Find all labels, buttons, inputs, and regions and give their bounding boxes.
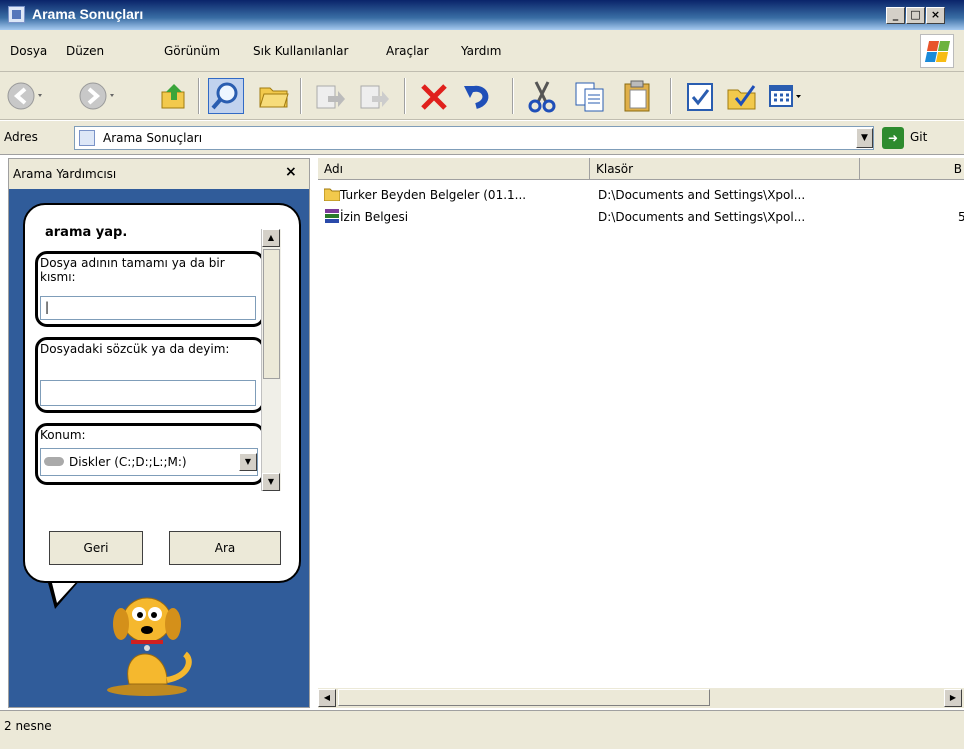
location-value: Diskler (C:;D:;L:;M:) (69, 455, 187, 469)
address-dropdown-button[interactable]: ▼ (856, 128, 873, 148)
menu-yardim[interactable]: Yardım (461, 44, 501, 58)
phrase-label: Dosyadaki sözcük ya da deyim: (40, 342, 230, 356)
search-heading: arama yap. (45, 225, 128, 240)
menu-duzen[interactable]: Düzen (66, 44, 104, 58)
search-bubble: arama yap. Dosya adının tamamı ya da bir… (23, 203, 301, 583)
location-select[interactable]: Diskler (C:;D:;L:;M:) ▼ (40, 448, 258, 476)
folder-icon (323, 187, 341, 202)
horizontal-scroll-thumb[interactable] (338, 689, 710, 706)
folder-options-icon[interactable] (724, 78, 760, 114)
pane-title: Arama Yardımcısı (13, 167, 117, 181)
properties-icon[interactable] (682, 78, 718, 114)
scroll-right-icon[interactable]: ▶ (944, 689, 962, 707)
menu-bar: Dosya Düzen Görünüm Sık Kullanılanlar Ar… (0, 30, 964, 72)
results-list: Adı Klasör B Turker Beyden Belgeler (01.… (318, 158, 964, 708)
up-folder-icon[interactable] (156, 78, 192, 114)
table-row[interactable]: Turker Beyden Belgeler (01.1... D:\Docum… (322, 184, 962, 206)
address-input[interactable]: Arama Sonuçları (74, 126, 874, 150)
location-dropdown-icon[interactable]: ▼ (239, 453, 257, 471)
menu-dosya[interactable]: Dosya (10, 44, 47, 58)
menu-araclar[interactable]: Araçlar (386, 44, 429, 58)
scroll-up-icon[interactable]: ▲ (262, 229, 280, 247)
row-folder: D:\Documents and Settings\Xpol... (598, 188, 806, 202)
search-button[interactable]: Ara (169, 531, 281, 565)
views-icon[interactable] (766, 78, 802, 114)
list-header: Adı Klasör B (318, 158, 964, 180)
row-name: Turker Beyden Belgeler (01.1... (340, 188, 527, 202)
forward-icon[interactable] (78, 78, 114, 114)
column-header-size[interactable]: B (860, 158, 964, 180)
back-button[interactable]: Geri (49, 531, 143, 565)
phrase-group: Dosyadaki sözcük ya da deyim: (35, 337, 265, 413)
maximize-button[interactable]: □ (906, 7, 925, 24)
row-name: İzin Belgesi (340, 210, 409, 224)
scroll-down-icon[interactable]: ▼ (262, 473, 280, 491)
filename-label: Dosya adının tamamı ya da bir kısmı: (40, 256, 225, 284)
scroll-thumb[interactable] (263, 249, 280, 379)
address-bar: Adres Arama Sonuçları ▼ ➜ Git (0, 121, 964, 155)
menu-gorunum[interactable]: Görünüm (164, 44, 220, 58)
location-label: Konum: (40, 428, 86, 442)
go-arrow-icon: ➜ (882, 127, 904, 149)
horizontal-scrollbar[interactable]: ◀ ▶ (318, 688, 964, 708)
copy-to-icon[interactable] (356, 78, 392, 114)
paste-icon[interactable] (620, 78, 656, 114)
location-group: Konum: Diskler (C:;D:;L:;M:) ▼ (35, 423, 265, 485)
row-size: 5 (958, 210, 964, 224)
close-button[interactable]: × (926, 7, 945, 24)
toolbar (0, 72, 964, 120)
archive-icon (324, 208, 340, 224)
drive-icon (44, 457, 64, 466)
copy-icon[interactable] (572, 78, 608, 114)
address-label: Adres (4, 130, 38, 144)
filename-group: Dosya adının tamamı ya da bir kısmı: | (35, 251, 265, 327)
address-value: Arama Sonuçları (103, 131, 203, 145)
phrase-input[interactable] (40, 380, 256, 406)
table-row[interactable]: İzin Belgesi D:\Documents and Settings\X… (322, 206, 964, 228)
title-bar: Arama Sonuçları _ □ × (0, 0, 964, 30)
column-header-name[interactable]: Adı (318, 158, 590, 180)
windows-logo-icon (920, 34, 954, 68)
search-results-icon (8, 6, 25, 23)
search-icon[interactable] (208, 78, 244, 114)
status-text: 2 nesne (4, 719, 52, 733)
undo-icon[interactable] (460, 78, 496, 114)
delete-icon[interactable] (416, 78, 452, 114)
folders-icon[interactable] (256, 78, 292, 114)
scroll-left-icon[interactable]: ◀ (318, 689, 336, 707)
back-icon[interactable] (6, 78, 42, 114)
go-label: Git (910, 130, 928, 144)
row-folder: D:\Documents and Settings\Xpol... (598, 210, 806, 224)
bubble-scrollbar[interactable]: ▲ ▼ (261, 229, 281, 491)
search-companion-pane: Arama Yardımcısı × arama yap. Dosya adın… (8, 158, 310, 708)
search-dog-icon[interactable] (89, 584, 209, 704)
go-button[interactable]: ➜ Git (882, 127, 960, 149)
minimize-button[interactable]: _ (886, 7, 905, 24)
filename-input[interactable]: | (40, 296, 256, 320)
search-results-icon (79, 130, 95, 146)
column-header-folder[interactable]: Klasör (590, 158, 860, 180)
window-title: Arama Sonuçları (32, 6, 144, 22)
status-bar: 2 nesne (0, 710, 964, 749)
move-to-icon[interactable] (312, 78, 348, 114)
pane-close-icon[interactable]: × (285, 164, 297, 180)
cut-icon[interactable] (524, 78, 560, 114)
pane-header: Arama Yardımcısı × (9, 159, 309, 189)
menu-sik-kullanilanlar[interactable]: Sık Kullanılanlar (253, 44, 348, 58)
